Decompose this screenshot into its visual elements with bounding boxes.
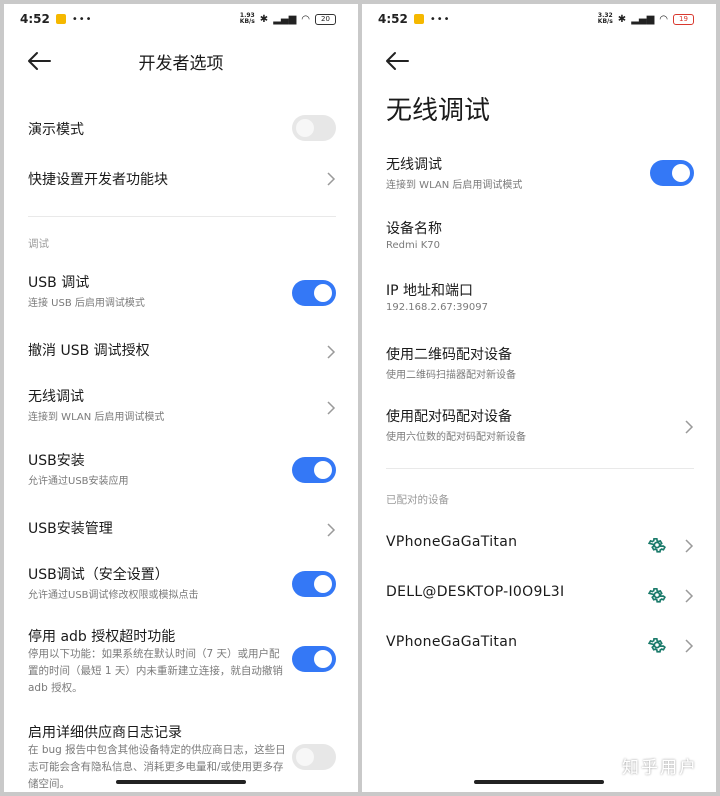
paired-device-name: DELL@DESKTOP-I0O9L3I	[386, 584, 565, 600]
row-title: 设备名称	[386, 221, 442, 237]
pair-code-row[interactable]: 使用配对码配对设备 使用六位数的配对码配对新设备	[362, 406, 716, 446]
row-subtitle: 192.168.2.67:39097	[386, 302, 488, 313]
vendor-logging-toggle[interactable]	[292, 744, 336, 770]
quick-settings-tiles-row[interactable]: 快捷设置开发者功能块	[4, 160, 358, 196]
status-time: 4:52	[378, 12, 408, 26]
usb-debugging-row[interactable]: USB 调试 连接 USB 后启用调试模式	[4, 272, 358, 312]
battery-icon: 19	[673, 13, 694, 25]
usb-install-manage-row[interactable]: USB安装管理	[4, 512, 358, 546]
page-title: 开发者选项	[138, 54, 224, 74]
ip-port-row: IP 地址和端口 192.168.2.67:39097	[362, 280, 716, 320]
bluetooth-icon: ✱	[617, 13, 627, 25]
developer-options-screen: 4:52 ••• 1.93 KB/s ✱ ▂▄▆ ◠ 20 开发者选项 演示模式…	[4, 4, 358, 792]
device-name-row[interactable]: 设备名称 Redmi K70	[362, 218, 716, 258]
page-title: 无线调试	[386, 96, 491, 126]
status-bar: 4:52 ••• 3.32 KB/s ✱ ▂▄▆ ◠ 19	[362, 4, 716, 34]
battery-icon: 20	[315, 13, 336, 25]
status-bar: 4:52 ••• 1.93 KB/s ✱ ▂▄▆ ◠ 20	[4, 4, 358, 34]
divider	[386, 468, 694, 469]
row-title: USB 调试	[28, 275, 90, 291]
row-subtitle: 使用二维码扫描器配对新设备	[386, 370, 516, 381]
paired-device-row[interactable]: DELL@DESKTOP-I0O9L3I	[362, 578, 716, 612]
row-title: 撤消 USB 调试授权	[28, 343, 150, 359]
network-speed: 3.32 KB/s	[597, 12, 613, 25]
chevron-right-icon	[326, 344, 336, 359]
row-title: 使用二维码配对设备	[386, 347, 512, 363]
signal-icon: ▂▄▆	[273, 13, 297, 25]
disable-adb-timeout-toggle[interactable]	[292, 646, 336, 672]
row-subtitle: Redmi K70	[386, 240, 440, 251]
paired-device-name: VPhoneGaGaTitan	[386, 634, 518, 650]
row-subtitle: 连接 USB 后启用调试模式	[28, 298, 145, 309]
disable-adb-timeout-row[interactable]: 停用 adb 授权超时功能 停用以下功能：如果系统在默认时间（7 天）或用户配置…	[4, 626, 358, 702]
network-speed: 1.93 KB/s	[239, 12, 255, 25]
row-subtitle: 连接到 WLAN 后启用调试模式	[386, 180, 523, 191]
usb-debugging-security-row[interactable]: USB调试（安全设置） 允许通过USB调试修改权限或模拟点击	[4, 564, 358, 604]
usb-install-row[interactable]: USB安装 允许通过USB安装应用	[4, 450, 358, 490]
more-notifications-icon: •••	[429, 13, 451, 25]
section-label-paired: 已配对的设备	[386, 494, 449, 506]
paired-device-name: VPhoneGaGaTitan	[386, 534, 518, 550]
chevron-right-icon	[326, 400, 336, 415]
wifi-icon: ◠	[301, 13, 310, 25]
wireless-debugging-screen: 4:52 ••• 3.32 KB/s ✱ ▂▄▆ ◠ 19 无线调试 无线调试 …	[362, 4, 716, 792]
home-indicator[interactable]	[116, 780, 246, 784]
notification-icon	[413, 14, 424, 24]
wireless-debugging-row[interactable]: 无线调试 连接到 WLAN 后启用调试模式	[4, 386, 358, 426]
usb-install-toggle[interactable]	[292, 457, 336, 483]
paired-device-row[interactable]: VPhoneGaGaTitan	[362, 528, 716, 562]
divider	[28, 216, 336, 217]
chevron-right-icon	[684, 588, 694, 603]
row-title: 无线调试	[28, 389, 84, 405]
row-subtitle: 允许通过USB调试修改权限或模拟点击	[28, 590, 199, 601]
row-title: IP 地址和端口	[386, 283, 474, 299]
row-title: 演示模式	[28, 122, 84, 138]
section-label-debug: 调试	[28, 238, 49, 250]
revoke-usb-auth-row[interactable]: 撤消 USB 调试授权	[4, 334, 358, 368]
row-title: 停用 adb 授权超时功能	[28, 629, 176, 645]
bluetooth-icon: ✱	[259, 13, 269, 25]
row-title: 无线调试	[386, 157, 442, 173]
gear-icon[interactable]	[647, 536, 666, 554]
row-description: 在 bug 报告中包含其他设备特定的供应商日志，这些日志可能会含有隐私信息、消耗…	[28, 744, 286, 790]
usb-debugging-toggle[interactable]	[292, 280, 336, 306]
chevron-right-icon	[684, 538, 694, 553]
row-subtitle: 使用六位数的配对码配对新设备	[386, 432, 526, 443]
row-title: 使用配对码配对设备	[386, 409, 512, 425]
signal-icon: ▂▄▆	[631, 13, 655, 25]
row-title: 快捷设置开发者功能块	[28, 172, 168, 188]
usb-debugging-security-toggle[interactable]	[292, 571, 336, 597]
pair-qr-row[interactable]: 使用二维码配对设备 使用二维码扫描器配对新设备	[362, 344, 716, 384]
gear-icon[interactable]	[647, 586, 666, 604]
wireless-debugging-toggle[interactable]	[650, 160, 694, 186]
row-title: USB安装	[28, 453, 85, 469]
back-arrow-icon[interactable]	[384, 50, 410, 72]
row-title: 启用详细供应商日志记录	[28, 725, 182, 741]
demo-mode-row[interactable]: 演示模式	[4, 112, 358, 146]
chevron-right-icon	[684, 638, 694, 653]
chevron-right-icon	[684, 419, 694, 434]
chevron-right-icon	[326, 171, 336, 186]
more-notifications-icon: •••	[71, 13, 93, 25]
row-title: USB安装管理	[28, 521, 113, 537]
gear-icon[interactable]	[647, 636, 666, 654]
chevron-right-icon	[326, 522, 336, 537]
home-indicator[interactable]	[474, 780, 604, 784]
status-time: 4:52	[20, 12, 50, 26]
notification-icon	[55, 14, 66, 24]
wireless-debugging-toggle-row[interactable]: 无线调试 连接到 WLAN 后启用调试模式	[362, 154, 716, 194]
demo-mode-toggle[interactable]	[292, 115, 336, 141]
watermark: 知乎用户	[622, 758, 698, 778]
wifi-icon: ◠	[659, 13, 668, 25]
paired-device-row[interactable]: VPhoneGaGaTitan	[362, 628, 716, 662]
row-subtitle: 允许通过USB安装应用	[28, 476, 129, 487]
row-subtitle: 连接到 WLAN 后启用调试模式	[28, 412, 165, 423]
row-title: USB调试（安全设置）	[28, 567, 169, 583]
row-description: 停用以下功能：如果系统在默认时间（7 天）或用户配置的时间（最短 1 天）内未重…	[28, 648, 283, 694]
